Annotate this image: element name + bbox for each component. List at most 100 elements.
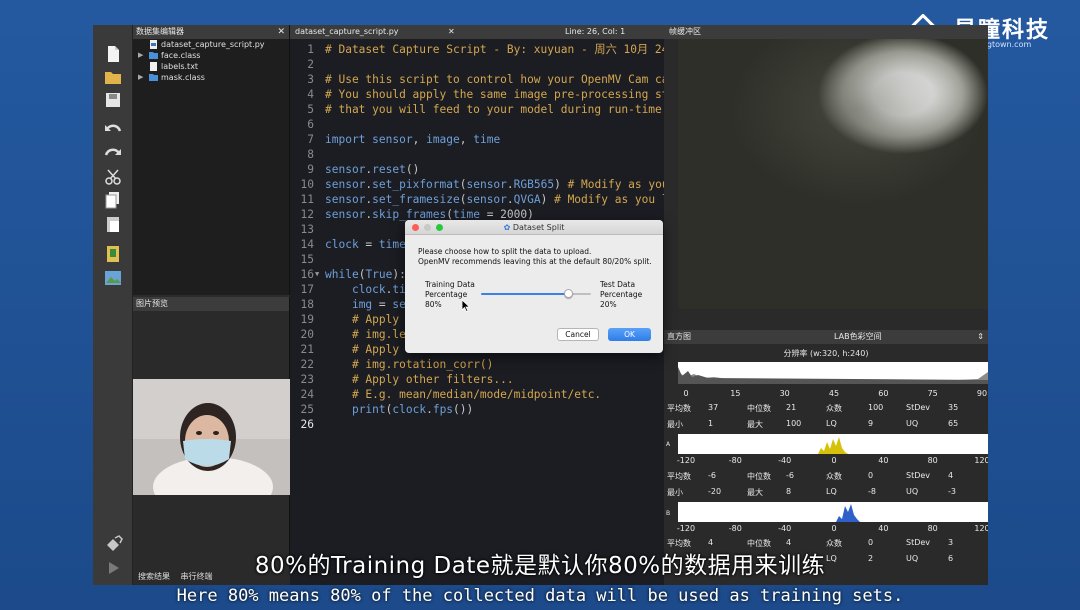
line-number: 3 — [307, 73, 314, 86]
code-line[interactable]: 25 print(clock.fps()) — [290, 402, 664, 417]
code-line[interactable]: 4 # You should apply the same image pre-p… — [290, 87, 668, 102]
cut-icon[interactable] — [103, 168, 123, 186]
dataset-editor-header: 数据集编辑器 ✕ — [133, 25, 289, 39]
axis-tick-label: 40 — [878, 524, 889, 533]
slider-handle[interactable] — [564, 289, 573, 298]
ok-button[interactable]: OK — [608, 328, 651, 341]
editor-tab-filename[interactable]: dataset_capture_script.py — [295, 25, 399, 39]
a-max: 8 — [786, 487, 792, 496]
line-number: 22 — [300, 358, 314, 371]
copy-icon[interactable] — [103, 191, 123, 209]
code-line[interactable]: 8 — [290, 147, 664, 162]
line-number: 1 — [307, 43, 314, 56]
image-preview-title: 图片预览 — [136, 299, 168, 308]
a-median: -6 — [786, 471, 794, 480]
line-number: 25 — [300, 403, 314, 416]
expand-arrow-icon[interactable]: ▶ — [138, 50, 143, 61]
new-file-icon[interactable] — [103, 45, 123, 63]
a-mean: -6 — [708, 471, 716, 480]
line-number: 8 — [307, 148, 314, 161]
code-line[interactable]: 5 # that you will feed to your model duri… — [290, 102, 668, 117]
l-stats-row1: 平均数 37 中位数 21 众数 100 StDev 35 — [664, 403, 988, 414]
axis-tick-label: 60 — [878, 389, 889, 398]
file-tree-item[interactable]: ▶ mask.class — [133, 72, 289, 83]
colorspace-select[interactable]: LAB色彩空间 — [834, 330, 882, 344]
fold-arrow-icon[interactable]: ▼ — [315, 267, 319, 282]
minimize-window-button[interactable] — [424, 224, 431, 231]
close-window-button[interactable] — [412, 224, 419, 231]
b-axis-ticks: -120 -80 -40 0 40 80 120 — [664, 524, 988, 535]
dialog-titlebar: ✿ Dataset Split — [405, 220, 663, 235]
expand-arrow-icon[interactable]: ▶ — [138, 72, 143, 83]
dialog-title: Dataset Split — [512, 223, 565, 232]
code-text: # You should apply the same image pre-pr… — [325, 88, 669, 101]
code-line[interactable]: 11 sensor.set_framesize(sensor.QVGA) # Mo… — [290, 192, 669, 207]
image-preview-header: 图片预览 — [133, 297, 289, 311]
code-line[interactable]: 24 # E.g. mean/median/mode/midpoint/etc. — [290, 387, 664, 402]
code-line[interactable]: 1 # Dataset Capture Script - By: xuyuan -… — [290, 42, 668, 57]
code-line[interactable]: 3 # Use this script to control how your O… — [290, 72, 668, 87]
save-icon[interactable] — [103, 91, 123, 109]
code-text: # Apply other filters... — [351, 373, 514, 386]
file-tree-item[interactable]: dataset_capture_script.py — [133, 39, 289, 50]
axis-tick-label: 0 — [831, 456, 837, 465]
code-text: while(True): — [325, 268, 406, 281]
code-text: clock = time — [325, 238, 406, 251]
code-line[interactable]: 10 sensor.set_pixformat(sensor.RGB565) # … — [290, 177, 669, 192]
open-folder-icon[interactable] — [103, 68, 123, 86]
close-icon[interactable]: ✕ — [277, 25, 285, 39]
axis-tick-label: -120 — [676, 524, 696, 533]
line-number: 24 — [300, 388, 314, 401]
stat-label-max: 最大 — [747, 488, 763, 497]
l-median: 21 — [786, 403, 797, 412]
image-capture-icon[interactable] — [103, 269, 123, 287]
axis-tick-label: -80 — [728, 456, 742, 465]
line-number: 13 — [300, 223, 314, 236]
code-text: # Apply — [351, 313, 400, 326]
line-number: 26 — [300, 418, 314, 431]
code-line[interactable]: 9 sensor.reset() — [290, 162, 664, 177]
resolution-label: 分辨率 (w:320, h:240) — [783, 349, 869, 358]
paste-icon[interactable] — [103, 215, 123, 233]
left-toolbar — [93, 25, 133, 585]
code-line[interactable]: 6 — [290, 117, 664, 132]
line-number: 12 — [300, 208, 314, 221]
l-mode: 100 — [868, 403, 884, 412]
a-min: -20 — [708, 487, 722, 496]
l-lq: 9 — [868, 419, 874, 428]
test-label-line1: Test Data — [600, 280, 636, 289]
a-channel-label: A — [666, 441, 671, 448]
file-tree-item[interactable]: ▶ face.class — [133, 50, 289, 61]
axis-tick-label: 45 — [828, 389, 840, 398]
l-mean: 37 — [708, 403, 719, 412]
chevron-updown-icon[interactable]: ⇕ — [977, 330, 984, 344]
code-line[interactable]: 23 # Apply other filters... — [290, 372, 664, 387]
line-number: 6 — [307, 118, 314, 131]
axis-tick-label: 0 — [683, 389, 689, 398]
file-tree-item[interactable]: labels.txt — [133, 61, 289, 72]
code-text: sensor.set_pixformat(sensor.RGB565) # Mo… — [325, 178, 669, 191]
zoom-window-button[interactable] — [436, 224, 443, 231]
split-slider[interactable] — [481, 289, 591, 298]
cancel-button[interactable]: Cancel — [557, 328, 599, 341]
dataset-editor-panel: 数据集编辑器 ✕ dataset_capture_script.py ▶ face.… — [133, 25, 290, 295]
close-tab-icon[interactable]: ✕ — [448, 25, 455, 39]
undo-icon[interactable] — [103, 121, 123, 139]
dataset-export-icon[interactable] — [103, 245, 123, 263]
line-number: 23 — [300, 373, 314, 386]
code-text: print(clock.fps()) — [351, 403, 474, 416]
axis-tick-label: 15 — [730, 389, 741, 398]
code-line[interactable]: 26 — [290, 417, 664, 432]
a-stdev: 4 — [948, 471, 954, 480]
line-number: 9 — [307, 163, 314, 176]
stat-label-min: 最小 — [667, 488, 683, 497]
redo-icon[interactable] — [103, 145, 123, 163]
stat-label-mode: 众数 — [826, 404, 842, 413]
line-number: 10 — [300, 178, 314, 191]
code-line[interactable]: 22 # img.rotation_corr() — [290, 357, 664, 372]
code-line[interactable]: 7 import sensor, image, time — [290, 132, 664, 147]
code-line[interactable]: 2 — [290, 57, 664, 72]
stat-label-mean: 平均数 — [667, 472, 691, 481]
axis-tick-label: -80 — [728, 524, 742, 533]
a-uq: -3 — [948, 487, 956, 496]
